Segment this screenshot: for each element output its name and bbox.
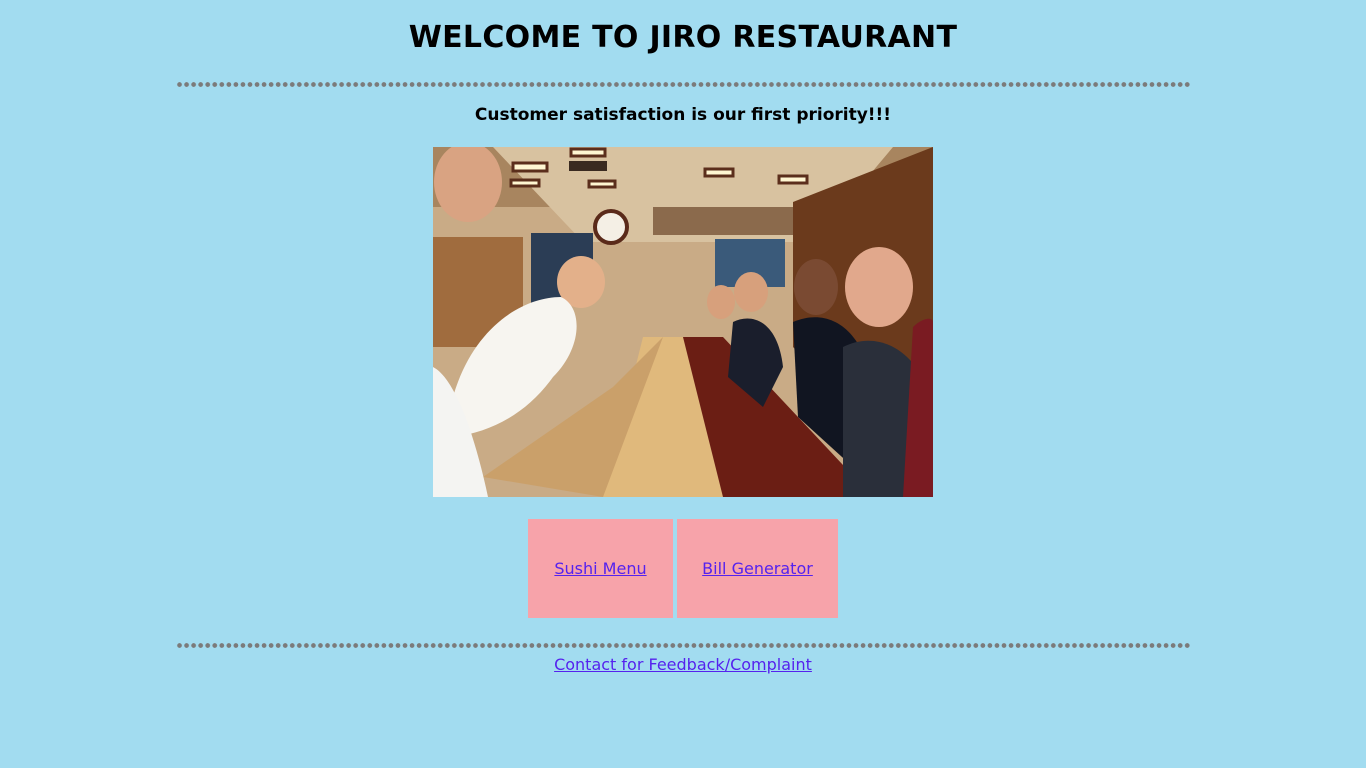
bill-generator-link[interactable]: Bill Generator	[702, 559, 813, 578]
footer: Contact for Feedback/Complaint	[0, 655, 1366, 674]
contact-feedback-link[interactable]: Contact for Feedback/Complaint	[554, 655, 812, 674]
bottom-divider	[176, 643, 1190, 648]
tagline: Customer satisfaction is our first prior…	[474, 105, 892, 125]
page-title: WELCOME TO JIRO RESTAURANT	[408, 20, 958, 55]
top-divider	[176, 82, 1190, 87]
sushi-menu-button[interactable]: Sushi Menu	[528, 519, 673, 618]
hero-photo	[433, 147, 933, 497]
bill-generator-button[interactable]: Bill Generator	[677, 519, 838, 618]
sushi-menu-link[interactable]: Sushi Menu	[554, 559, 646, 578]
